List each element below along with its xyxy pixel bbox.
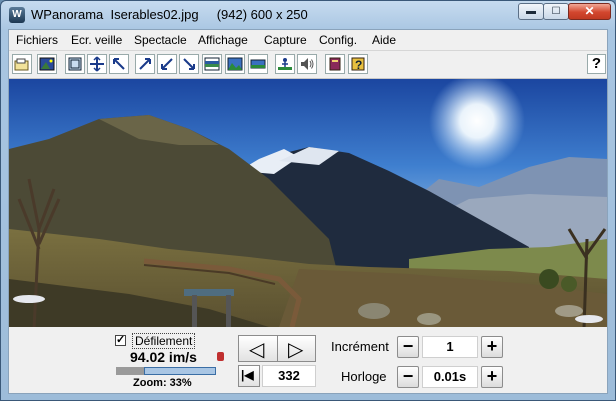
first-frame-button[interactable]: |◀ (238, 365, 260, 387)
increment-plus-button[interactable]: + (481, 336, 503, 358)
clock-label: Horloge (341, 369, 387, 384)
zoom-label: Zoom: 33% (133, 377, 192, 389)
checkmark-icon: ✓ (116, 334, 126, 346)
zoom-slider-fill (144, 367, 216, 375)
menu-config[interactable]: Config. (319, 33, 357, 47)
position-field[interactable]: 332 (262, 365, 316, 387)
menu-spectacle[interactable]: Spectacle (134, 33, 187, 47)
image-icon[interactable] (37, 54, 57, 74)
shrink-icon[interactable] (157, 54, 177, 74)
window-title: WPanorama Iserables02.jpg (942) 600 x 25… (31, 7, 308, 22)
right-arrow-icon: ▷ (288, 339, 304, 361)
minimize-button[interactable]: ▬ (518, 3, 544, 20)
increment-minus-button[interactable]: − (397, 336, 419, 358)
record-icon[interactable] (217, 352, 224, 361)
expand-icon[interactable] (87, 54, 107, 74)
menu-fichiers[interactable]: Fichiers (16, 33, 58, 47)
help-icon[interactable]: ? (587, 54, 606, 74)
left-arrow-icon: ◁ (249, 339, 265, 361)
scroll-checkbox[interactable]: ✓ (115, 334, 126, 346)
increment-field[interactable]: 1 (422, 336, 478, 358)
panorama-viewer[interactable] (9, 79, 607, 327)
panorama-image[interactable] (9, 79, 607, 327)
svg-text:?: ? (355, 58, 362, 72)
book-icon[interactable] (325, 54, 345, 74)
prev-button[interactable]: ◁ (238, 335, 278, 362)
open-icon[interactable] (12, 54, 32, 74)
menu-bar: Fichiers Ecr. veille Spectacle Affichage… (9, 30, 607, 51)
menu-aide[interactable]: Aide (372, 33, 396, 47)
sound-icon[interactable] (297, 54, 317, 74)
menu-affichage[interactable]: Affichage (198, 33, 248, 47)
title-bar[interactable]: W WPanorama Iserables02.jpg (942) 600 x … (1, 1, 615, 29)
increment-label: Incrément (331, 339, 389, 354)
scroll-label[interactable]: Défilement (132, 333, 196, 349)
next-button[interactable]: ▷ (277, 335, 316, 362)
toolbar: ? ? (9, 51, 607, 79)
menu-ecr-veille[interactable]: Ecr. veille (71, 33, 122, 47)
fit-window-icon[interactable] (65, 54, 85, 74)
app-logo-icon[interactable]: W (9, 7, 25, 23)
clock-field[interactable]: 0.01s (422, 366, 478, 388)
control-panel: ✓ Défilement 94.02 im/s Zoom: 33% ◁ ▷ |◀… (9, 327, 607, 393)
zoom-out-icon[interactable] (109, 54, 129, 74)
app-window: W WPanorama Iserables02.jpg (942) 600 x … (0, 0, 616, 401)
fps-readout: 94.02 im/s (130, 349, 197, 365)
skip-start-icon: |◀ (241, 368, 254, 382)
landscape-icon[interactable] (225, 54, 245, 74)
clock-minus-button[interactable]: − (397, 366, 419, 388)
menu-capture[interactable]: Capture (264, 33, 307, 47)
help-book-icon[interactable]: ? (348, 54, 368, 74)
panorama-strip-icon[interactable] (202, 54, 222, 74)
move-corner-icon[interactable] (179, 54, 199, 74)
maximize-button[interactable]: ☐ (543, 3, 569, 20)
person-icon[interactable] (275, 54, 295, 74)
clock-plus-button[interactable]: + (481, 366, 503, 388)
zoom-in-icon[interactable] (135, 54, 155, 74)
client-area: Fichiers Ecr. veille Spectacle Affichage… (8, 29, 608, 394)
close-button[interactable]: ✕ (568, 3, 611, 20)
zoom-slider[interactable] (116, 367, 216, 375)
flat-panorama-icon[interactable] (248, 54, 268, 74)
